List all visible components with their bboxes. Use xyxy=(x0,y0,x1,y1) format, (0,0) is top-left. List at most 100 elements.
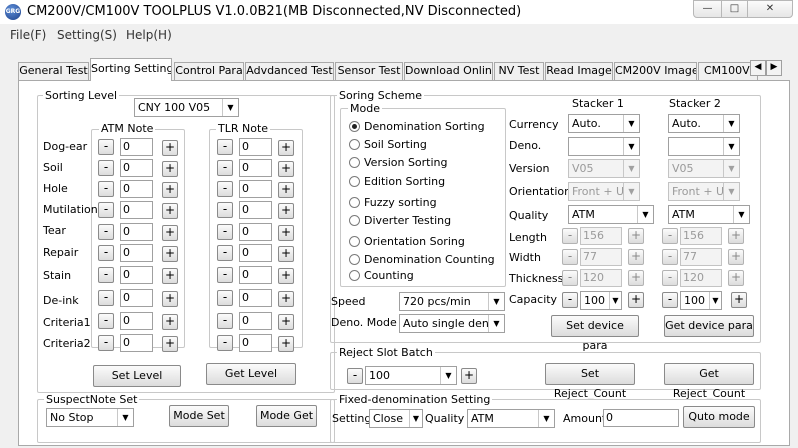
mode-radio[interactable] xyxy=(349,254,360,265)
mode-radio-label[interactable]: Edition Sorting xyxy=(364,175,445,188)
fixed-setting-select[interactable]: Close ▼ xyxy=(369,409,423,428)
stacker2-capacity-select[interactable]: 100 ▼ xyxy=(680,291,722,310)
stacker2-width-field[interactable]: 77 xyxy=(680,248,722,266)
stacker1-capacity-select[interactable]: 100 ▼ xyxy=(580,291,622,310)
atm-plus-button[interactable]: + xyxy=(162,291,178,307)
stacker1-width-field[interactable]: 77 xyxy=(580,248,622,266)
amount-field[interactable]: 0 xyxy=(603,409,679,427)
tlr-level-field[interactable]: 0 xyxy=(239,266,272,284)
atm-plus-button[interactable]: + xyxy=(162,246,178,262)
menu-file[interactable]: File(F) xyxy=(10,28,46,42)
atm-minus-button[interactable]: - xyxy=(98,202,114,218)
speed-select[interactable]: 720 pcs/min ▼ xyxy=(399,292,505,311)
stacker1-capacity-plus[interactable]: + xyxy=(628,292,644,308)
atm-minus-button[interactable]: - xyxy=(98,160,114,176)
get-device-para-button[interactable]: Get device para xyxy=(664,315,754,337)
tlr-plus-button[interactable]: + xyxy=(278,225,294,241)
tlr-level-field[interactable]: 0 xyxy=(239,138,272,156)
stacker1-capacity-minus[interactable]: - xyxy=(562,292,578,308)
atm-level-field[interactable]: 0 xyxy=(120,201,153,219)
reject-minus-button[interactable]: - xyxy=(347,368,363,384)
atm-plus-button[interactable]: + xyxy=(162,161,178,177)
atm-level-field[interactable]: 0 xyxy=(120,223,153,241)
stacker2-length-plus[interactable]: + xyxy=(728,228,744,244)
atm-level-field[interactable]: 0 xyxy=(120,244,153,262)
mode-radio[interactable] xyxy=(349,139,360,150)
mode-radio[interactable] xyxy=(349,176,360,187)
tlr-minus-button[interactable]: - xyxy=(217,313,233,329)
stacker1-deno-select[interactable]: ▼ xyxy=(568,137,640,156)
atm-minus-button[interactable]: - xyxy=(98,245,114,261)
tlr-level-field[interactable]: 0 xyxy=(239,244,272,262)
atm-plus-button[interactable]: + xyxy=(162,225,178,241)
mode-radio[interactable] xyxy=(349,236,360,247)
tlr-minus-button[interactable]: - xyxy=(217,290,233,306)
tlr-plus-button[interactable]: + xyxy=(278,203,294,219)
set-device-para-button[interactable]: Set device para xyxy=(551,315,639,352)
tlr-minus-button[interactable]: - xyxy=(217,139,233,155)
get-level-button[interactable]: Get Level xyxy=(206,363,296,385)
set-reject-count-button[interactable]: Set Reject_Count xyxy=(545,363,635,400)
quto-mode-button[interactable]: Quto mode xyxy=(683,406,755,428)
mode-set-button[interactable]: Mode Set xyxy=(169,405,229,427)
mode-radio-label[interactable]: Denomination Counting xyxy=(364,253,495,266)
atm-plus-button[interactable]: + xyxy=(162,314,178,330)
mode-radio[interactable] xyxy=(349,215,360,226)
deno-mode-select[interactable]: Auto single deno. ▼ xyxy=(399,314,505,333)
tlr-level-field[interactable]: 0 xyxy=(239,289,272,307)
tab-cm100v-image[interactable]: CM100V I xyxy=(698,62,758,80)
stacker1-length-plus[interactable]: + xyxy=(628,228,644,244)
tlr-plus-button[interactable]: + xyxy=(278,140,294,156)
mode-get-button[interactable]: Mode Get xyxy=(256,405,317,427)
tlr-minus-button[interactable]: - xyxy=(217,224,233,240)
tlr-level-field[interactable]: 0 xyxy=(239,223,272,241)
atm-level-field[interactable]: 0 xyxy=(120,334,153,352)
stacker1-orientation-select[interactable]: Front + Up ▼ xyxy=(568,182,640,201)
tab-cm200v-image[interactable]: CM200V Image xyxy=(614,62,697,80)
tlr-plus-button[interactable]: + xyxy=(278,336,294,352)
atm-plus-button[interactable]: + xyxy=(162,140,178,156)
tlr-minus-button[interactable]: - xyxy=(217,335,233,351)
stacker2-width-plus[interactable]: + xyxy=(728,249,744,265)
stacker1-length-minus[interactable]: - xyxy=(562,228,578,244)
tlr-level-field[interactable]: 0 xyxy=(239,312,272,330)
atm-minus-button[interactable]: - xyxy=(98,267,114,283)
tlr-plus-button[interactable]: + xyxy=(278,268,294,284)
stacker2-width-minus[interactable]: - xyxy=(662,249,678,265)
stacker2-orientation-select[interactable]: Front + Up ▼ xyxy=(668,182,740,201)
maximize-button[interactable]: □ xyxy=(721,0,748,18)
stacker2-thickness-minus[interactable]: - xyxy=(662,270,678,286)
atm-level-field[interactable]: 0 xyxy=(120,266,153,284)
stacker2-deno-select[interactable]: ▼ xyxy=(668,137,740,156)
atm-plus-button[interactable]: + xyxy=(162,203,178,219)
tlr-plus-button[interactable]: + xyxy=(278,246,294,262)
reject-count-select[interactable]: 100 ▼ xyxy=(365,366,457,385)
mode-radio[interactable] xyxy=(349,121,360,132)
stacker2-length-minus[interactable]: - xyxy=(662,228,678,244)
stacker1-length-field[interactable]: 156 xyxy=(580,227,622,245)
stacker1-thickness-minus[interactable]: - xyxy=(562,270,578,286)
stacker2-thickness-plus[interactable]: + xyxy=(728,270,744,286)
reject-plus-button[interactable]: + xyxy=(461,368,477,384)
stacker1-currency-select[interactable]: Auto. ▼ xyxy=(568,114,640,133)
mode-radio[interactable] xyxy=(349,197,360,208)
mode-radio-label[interactable]: Version Sorting xyxy=(364,156,448,169)
mode-radio-label[interactable]: Orientation Soring xyxy=(364,235,465,248)
tlr-minus-button[interactable]: - xyxy=(217,267,233,283)
tab-download-online[interactable]: Download Online xyxy=(404,62,493,80)
tab-nv-test[interactable]: NV Test xyxy=(494,62,544,80)
tab-advanced-test[interactable]: Advdanced Test xyxy=(245,62,334,80)
tlr-level-field[interactable]: 0 xyxy=(239,201,272,219)
get-reject-count-button[interactable]: Get Reject_Count xyxy=(664,363,754,400)
close-button[interactable]: ✕ xyxy=(747,0,793,18)
stacker1-width-plus[interactable]: + xyxy=(628,249,644,265)
tlr-minus-button[interactable]: - xyxy=(217,202,233,218)
mode-radio[interactable] xyxy=(349,157,360,168)
mode-radio-label[interactable]: Fuzzy sorting xyxy=(364,196,437,209)
atm-minus-button[interactable]: - xyxy=(98,290,114,306)
tab-scroll-right-icon[interactable]: ▶ xyxy=(766,60,782,76)
stacker1-quality-select[interactable]: ATM ▼ xyxy=(568,205,654,224)
mode-radio-label[interactable]: Diverter Testing xyxy=(364,214,451,227)
menu-help[interactable]: Help(H) xyxy=(126,28,172,42)
atm-level-field[interactable]: 0 xyxy=(120,138,153,156)
